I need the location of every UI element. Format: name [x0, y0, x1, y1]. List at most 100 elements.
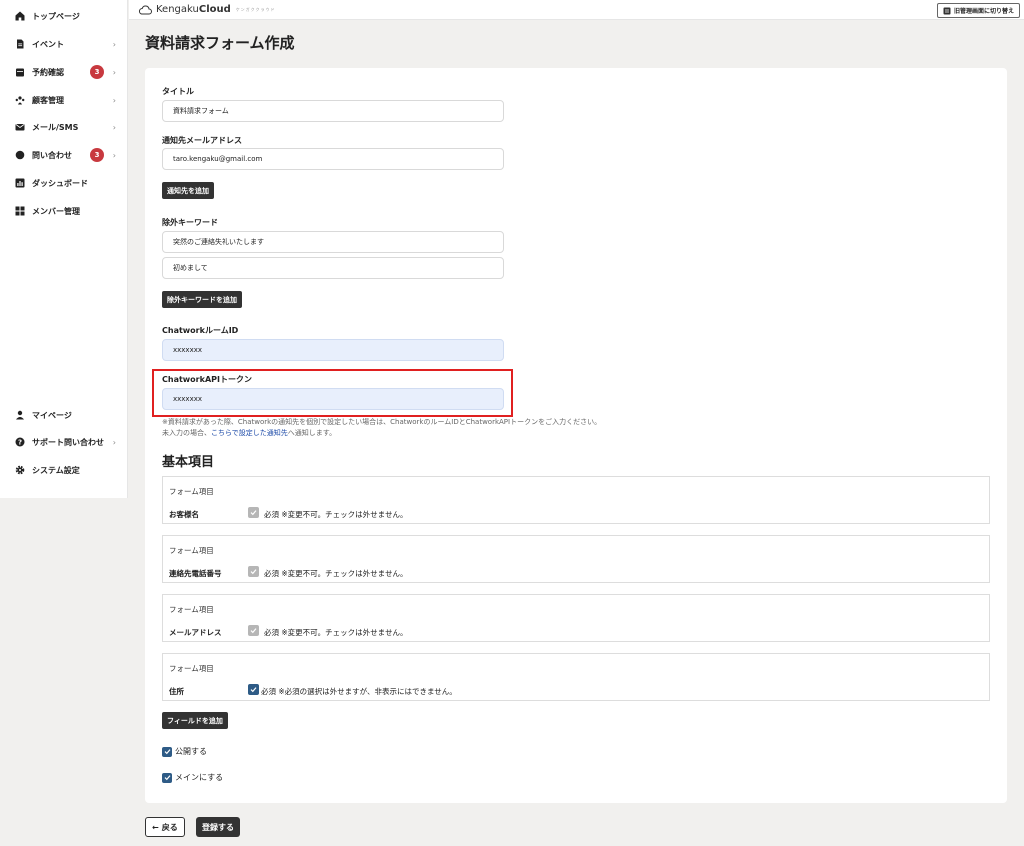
- sidebar: トップページ イベント › 予約確認 3 › 顧客管理 › メール/SMS › …: [0, 0, 128, 498]
- grid-icon: [15, 206, 25, 216]
- title-label: タイトル: [162, 87, 194, 96]
- top-bar: KengakuCloud ケンガククラウド 旧管理画面に切り替え: [129, 0, 1024, 20]
- form-item-caption: フォーム項目: [169, 664, 214, 673]
- chevron-right-icon: ›: [112, 67, 116, 77]
- logo-text: KengakuCloud: [156, 4, 231, 15]
- sidebar-item-customers[interactable]: 顧客管理 ›: [0, 90, 128, 110]
- sidebar-item-reservation[interactable]: 予約確認 3 ›: [0, 62, 128, 82]
- back-label: 戻る: [161, 822, 178, 832]
- check-icon: [250, 569, 257, 575]
- publish-label: 公開する: [175, 747, 207, 756]
- required-text: 必須 ※変更不可。チェックは外せません。: [264, 628, 408, 637]
- app-logo[interactable]: KengakuCloud ケンガククラウド: [138, 4, 276, 15]
- sidebar-item-label: マイページ: [32, 410, 72, 420]
- chart-icon: [15, 178, 25, 188]
- chatwork-note: ※資料請求があった際、Chatworkの通知先を個別で設定したい場合は、Chat…: [162, 418, 602, 426]
- basic-items-title: 基本項目: [162, 455, 215, 470]
- mail-icon: [15, 122, 25, 132]
- page-title: 資料請求フォーム作成: [145, 34, 295, 52]
- sidebar-item-label: イベント: [32, 39, 64, 49]
- calendar-icon: [15, 67, 25, 77]
- chevron-right-icon: ›: [112, 437, 116, 447]
- switch-admin-label: 旧管理画面に切り替え: [953, 8, 1014, 15]
- form-item-caption: フォーム項目: [169, 487, 214, 496]
- publish-checkbox-row[interactable]: 公開する: [162, 746, 207, 757]
- form-item-name: お客様名: [169, 510, 199, 519]
- document-icon: [15, 39, 25, 49]
- add-exclude-keyword-button[interactable]: 除外キーワードを追加: [162, 291, 242, 308]
- sidebar-item-support[interactable]: ? サポート問い合わせ ›: [0, 432, 128, 452]
- required-checkbox: [248, 625, 259, 636]
- notification-badge: 3: [90, 65, 104, 79]
- switch-admin-button[interactable]: 旧管理画面に切り替え: [936, 3, 1020, 18]
- email-label: 通知先メールアドレス: [162, 136, 242, 145]
- form-item: フォーム項目 住所 必須 ※必須の選択は外せますが、非表示にはできません。: [162, 653, 990, 701]
- required-text: 必須 ※変更不可。チェックは外せません。: [264, 510, 408, 519]
- logo-subtitle: ケンガククラウド: [235, 6, 276, 12]
- chatwork-room-label: ChatworkルームID: [162, 326, 239, 335]
- switch-icon: [943, 7, 951, 14]
- arrow-left-icon: ←: [152, 822, 159, 832]
- required-text: 必須 ※変更不可。チェックは外せません。: [264, 569, 408, 578]
- notification-badge: 3: [90, 148, 104, 162]
- required-checkbox[interactable]: [248, 684, 259, 695]
- sidebar-item-event[interactable]: イベント ›: [0, 34, 128, 54]
- sidebar-item-label: メール/SMS: [32, 122, 79, 132]
- save-button[interactable]: 登録する: [196, 817, 240, 837]
- svg-text:?: ?: [18, 439, 22, 447]
- email-input[interactable]: taro.kengaku@gmail.com: [162, 148, 504, 170]
- person-icon: [15, 410, 25, 420]
- form-item-name: メールアドレス: [169, 628, 222, 637]
- chatwork-token-input[interactable]: xxxxxxx: [162, 388, 504, 410]
- notify-settings-link[interactable]: こちらで設定した通知先: [211, 429, 288, 437]
- sidebar-item-members[interactable]: メンバー管理: [0, 201, 128, 221]
- publish-checkbox[interactable]: [162, 746, 172, 757]
- form-item-name: 住所: [169, 687, 184, 696]
- chatwork-token-label: ChatworkAPIトークン: [162, 375, 252, 384]
- form-item-caption: フォーム項目: [169, 605, 214, 614]
- chevron-right-icon: ›: [112, 122, 116, 132]
- chatwork-room-input[interactable]: xxxxxxx: [162, 339, 504, 361]
- sidebar-item-settings[interactable]: システム設定: [0, 460, 128, 480]
- sidebar-item-label: システム設定: [32, 465, 80, 475]
- sidebar-item-inquiry[interactable]: 問い合わせ 3 ›: [0, 145, 128, 165]
- sidebar-item-mail[interactable]: メール/SMS ›: [0, 117, 128, 137]
- home-icon: [15, 11, 25, 21]
- main-label: メインにする: [175, 773, 224, 782]
- main-checkbox[interactable]: [162, 772, 172, 783]
- form-item-caption: フォーム項目: [169, 546, 214, 555]
- back-button[interactable]: ← 戻る: [145, 817, 185, 837]
- chevron-right-icon: ›: [112, 150, 116, 160]
- sidebar-item-dashboard[interactable]: ダッシュボード: [0, 173, 128, 193]
- form-item: フォーム項目 メールアドレス 必須 ※変更不可。チェックは外せません。: [162, 594, 990, 642]
- sidebar-item-label: 予約確認: [32, 67, 64, 77]
- sidebar-item-top[interactable]: トップページ: [0, 6, 128, 26]
- chatwork-note-fallback: 未入力の場合、こちらで設定した通知先へ通知します。: [162, 429, 337, 437]
- users-icon: [15, 95, 25, 105]
- check-icon: [250, 510, 257, 516]
- sidebar-item-label: 顧客管理: [32, 95, 64, 105]
- main-checkbox-row[interactable]: メインにする: [162, 772, 223, 783]
- check-icon: [250, 628, 257, 634]
- cloud-logo-icon: [138, 5, 152, 14]
- chevron-right-icon: ›: [112, 39, 116, 49]
- exclude-keyword-input[interactable]: 突然のご連絡失礼いたします: [162, 231, 504, 253]
- help-icon: ?: [15, 437, 25, 447]
- chevron-right-icon: ›: [112, 95, 116, 105]
- sidebar-item-label: 問い合わせ: [32, 150, 72, 160]
- exclude-keyword-input[interactable]: 初めまして: [162, 257, 504, 279]
- sidebar-item-label: トップページ: [32, 11, 80, 21]
- add-field-button[interactable]: フィールドを追加: [162, 712, 228, 729]
- add-notify-button[interactable]: 通知先を追加: [162, 182, 214, 199]
- required-text: 必須 ※必須の選択は外せますが、非表示にはできません。: [261, 687, 457, 696]
- form-item: フォーム項目 連絡先電話番号 必須 ※変更不可。チェックは外せません。: [162, 535, 990, 583]
- title-input[interactable]: 資料請求フォーム: [162, 100, 504, 122]
- gear-icon: [15, 465, 25, 475]
- required-checkbox: [248, 566, 259, 577]
- sidebar-item-label: サポート問い合わせ: [32, 437, 104, 447]
- check-icon: [164, 749, 170, 755]
- sidebar-item-mypage[interactable]: マイページ: [0, 405, 128, 425]
- form-item: フォーム項目 お客様名 必須 ※変更不可。チェックは外せません。: [162, 476, 990, 524]
- sidebar-item-label: ダッシュボード: [32, 178, 88, 188]
- check-icon: [250, 687, 257, 693]
